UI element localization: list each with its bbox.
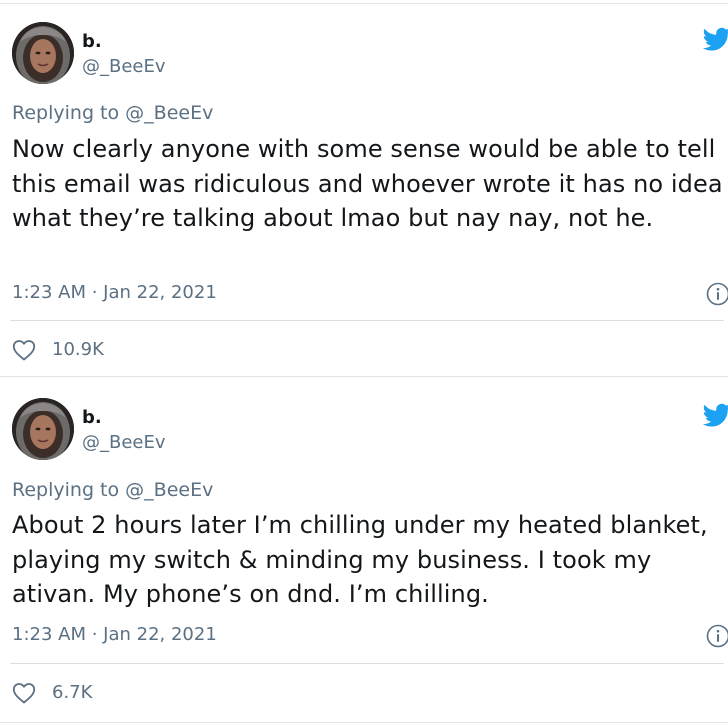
- like-count: 10.9K: [52, 339, 104, 360]
- card-bottom-border: [0, 376, 728, 377]
- tweet-timestamp[interactable]: 1:23 AM · Jan 22, 2021: [12, 623, 217, 647]
- like-count: 6.7K: [52, 682, 93, 703]
- action-divider: [10, 663, 724, 664]
- avatar[interactable]: [12, 22, 74, 84]
- like-action[interactable]: 10.9K: [12, 338, 104, 362]
- action-divider: [10, 320, 724, 321]
- info-icon[interactable]: [706, 282, 728, 306]
- tweet-text: Now clearly anyone with some sense would…: [12, 135, 723, 232]
- tweet-text: About 2 hours later I’m chilling under m…: [12, 511, 708, 608]
- tweet-timestamp[interactable]: 1:23 AM · Jan 22, 2021: [12, 281, 217, 305]
- twitter-bird-icon[interactable]: [702, 25, 728, 53]
- like-action[interactable]: 6.7K: [12, 681, 92, 705]
- card-top-border: [0, 3, 728, 4]
- twitter-bird-icon[interactable]: [702, 401, 728, 429]
- user-handle[interactable]: @_BeeEv: [82, 56, 166, 78]
- card-bottom-border: [0, 722, 728, 723]
- replying-to[interactable]: Replying to @_BeeEv: [12, 478, 213, 502]
- avatar-image: [12, 398, 74, 460]
- tweet-card: b. @_BeeEv Replying to @_BeeEv Now clear…: [0, 0, 728, 380]
- display-name[interactable]: b.: [82, 407, 102, 429]
- heart-icon[interactable]: [12, 682, 36, 704]
- heart-icon[interactable]: [12, 339, 36, 361]
- avatar[interactable]: [12, 398, 74, 460]
- replying-to[interactable]: Replying to @_BeeEv: [12, 101, 213, 125]
- tweet-card: b. @_BeeEv Replying to @_BeeEv About 2 h…: [0, 380, 728, 728]
- user-handle[interactable]: @_BeeEv: [82, 432, 166, 454]
- avatar-image: [12, 22, 74, 84]
- display-name[interactable]: b.: [82, 31, 102, 53]
- info-icon[interactable]: [706, 624, 728, 648]
